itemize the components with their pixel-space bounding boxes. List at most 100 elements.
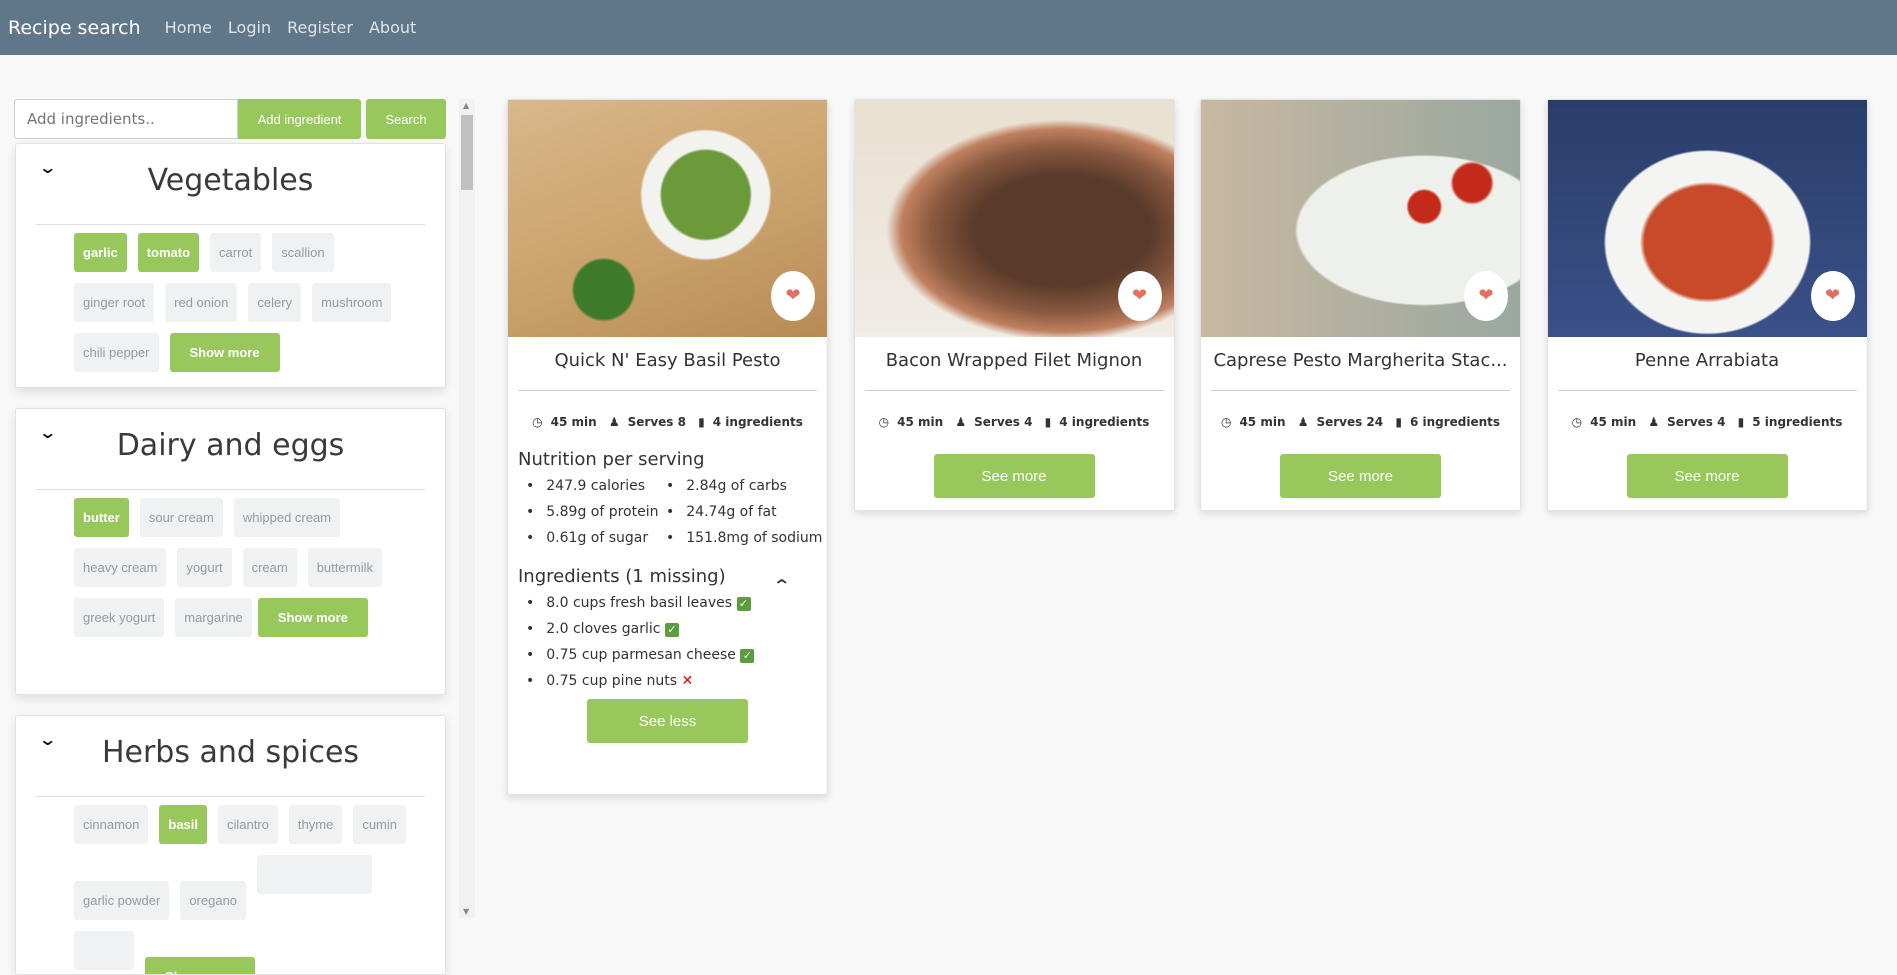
recipe-meta: ◷ 45 min ♟ Serves 4 ▮ 4 ingredients xyxy=(855,415,1174,429)
recipe-image[interactable]: ❤ xyxy=(854,100,1174,337)
chevron-up-icon[interactable]: ⌃ xyxy=(772,576,791,595)
see-more-button[interactable]: See more xyxy=(933,454,1095,498)
nav-login[interactable]: Login xyxy=(228,18,271,37)
ingredient-chip[interactable]: greek yogurt xyxy=(74,598,165,637)
favorite-heart-icon[interactable]: ❤ xyxy=(771,271,815,321)
book-icon: ▮ xyxy=(698,415,705,429)
ingredient-chip[interactable]: chili pepper xyxy=(74,333,159,372)
ingredient-chip[interactable]: sour cream xyxy=(139,498,223,537)
ingredient-chip[interactable]: cilantro xyxy=(218,805,278,844)
ingredient-chip[interactable]: garlic powder xyxy=(74,881,170,920)
nutrition-item: 151.8mg of sodium xyxy=(666,530,826,546)
scrollbar-thumb[interactable] xyxy=(461,115,473,190)
ingredient-chip[interactable]: red onion xyxy=(165,283,238,322)
see-more-button[interactable]: See more xyxy=(1626,454,1788,498)
navbar: Recipe search Home Login Register About xyxy=(0,0,1897,55)
nav-about[interactable]: About xyxy=(369,18,416,37)
chevron-down-icon[interactable]: ⌄ xyxy=(38,730,57,749)
recipe-meta: ◷ 45 min ♟ Serves 4 ▮ 5 ingredients xyxy=(1548,415,1867,429)
show-more-button[interactable]: Show more xyxy=(145,957,256,974)
divider xyxy=(36,489,425,490)
ingredient-chip[interactable]: buttermilk xyxy=(307,548,383,587)
ingredient-chip[interactable]: cinnamon xyxy=(74,805,149,844)
ingredient-chips: cinnamon basil cilantro thyme cumin garlic po… xyxy=(16,805,445,974)
ingredient-chip[interactable]: mushroom xyxy=(312,283,392,322)
recipe-image[interactable]: ❤ xyxy=(1547,100,1867,337)
ingredient-chip[interactable]: cumin xyxy=(353,805,407,844)
divider xyxy=(1211,390,1510,391)
ingredient-chip[interactable]: scallion xyxy=(272,233,334,272)
ingredient-chips: garlic tomato carrot scallion ginger root red… xyxy=(16,233,445,383)
ingredient-chip[interactable]: heavy cream xyxy=(74,548,167,587)
ingredient-chip[interactable]: cream xyxy=(242,548,297,587)
ingredient-text: 0.75 cup pine nuts xyxy=(546,673,678,689)
see-less-button[interactable]: See less xyxy=(587,699,748,743)
show-more-button[interactable]: Show more xyxy=(169,333,280,372)
ingredient-chip[interactable]: thyme xyxy=(288,805,343,844)
ingredient-chips: butter sour cream whipped cream heavy cream… xyxy=(16,498,445,648)
favorite-heart-icon[interactable]: ❤ xyxy=(1810,271,1855,321)
ingredient-chip[interactable]: yogurt xyxy=(177,548,232,587)
divider xyxy=(36,224,425,225)
recipe-ingredient-count: 4 ingredients xyxy=(712,415,803,429)
ingredient-chip[interactable]: tomato xyxy=(137,233,200,272)
clock-icon: ◷ xyxy=(1571,415,1583,429)
brand[interactable]: Recipe search xyxy=(8,17,141,39)
recipe-ingredient-count: 5 ingredients xyxy=(1752,415,1843,429)
ingredient-chip[interactable]: celery xyxy=(248,283,302,322)
chevron-down-icon[interactable]: ⌄ xyxy=(38,423,57,442)
category-title: Dairy and eggs xyxy=(116,428,345,463)
scroll-down-icon[interactable]: ▼ xyxy=(463,907,469,916)
nutrition-list: 247.9 calories2.84g of carbs5.89g of pro… xyxy=(526,478,827,546)
ingredient-text: 2.0 cloves garlic xyxy=(546,621,661,637)
recipe-image[interactable]: ❤ xyxy=(1201,100,1520,337)
recipe-title: Penne Arrabiata xyxy=(1634,350,1780,371)
users-icon: ♟ xyxy=(1648,415,1660,429)
ingredient-chip[interactable]: ginger root xyxy=(74,283,155,322)
recipe-ingredient-count: 6 ingredients xyxy=(1409,415,1501,429)
users-icon: ♟ xyxy=(608,415,620,429)
chevron-down-icon[interactable]: ⌄ xyxy=(38,158,57,177)
recipe-meta: ◷ 45 min ♟ Serves 8 ▮ 4 ingredients xyxy=(508,415,827,429)
favorite-heart-icon[interactable]: ❤ xyxy=(1117,271,1162,321)
ingredient-text: 0.75 cup parmesan cheese xyxy=(546,647,736,663)
recipe-card: ❤ Bacon Wrapped Filet Mignon ◷ 45 min ♟ Se… xyxy=(853,99,1175,511)
see-more-button[interactable]: See more xyxy=(1280,454,1441,498)
ingredient-chip[interactable] xyxy=(74,931,134,970)
nutrition-item: 247.9 calories xyxy=(526,478,666,494)
divider xyxy=(36,796,425,797)
nav-register[interactable]: Register xyxy=(287,18,353,37)
ingredient-chip[interactable]: whipped cream xyxy=(233,498,341,537)
ingredient-chip[interactable]: carrot xyxy=(210,233,262,272)
ingredient-chip[interactable] xyxy=(257,855,373,894)
ingredient-input[interactable] xyxy=(14,99,238,139)
ingredient-chip[interactable]: margarine xyxy=(175,598,252,637)
nutrition-item: 24.74g of fat xyxy=(666,504,826,520)
recipe-serves: Serves 24 xyxy=(1316,415,1384,429)
book-icon: ▮ xyxy=(1737,415,1745,429)
ingredient-text: 8.0 cups fresh basil leaves xyxy=(546,595,733,611)
ingredient-chip[interactable]: butter xyxy=(74,498,129,537)
category-card: ⌄ Dairy and eggs butter sour cream whipped… xyxy=(15,408,446,695)
nav-home[interactable]: Home xyxy=(165,18,212,37)
ingredient-chip[interactable]: oregano xyxy=(180,881,247,920)
sidebar-scrollbar[interactable]: ▲ ▼ xyxy=(459,99,475,918)
users-icon: ♟ xyxy=(955,415,967,429)
scroll-up-icon[interactable]: ▲ xyxy=(463,101,469,110)
divider xyxy=(864,390,1164,391)
favorite-heart-icon[interactable]: ❤ xyxy=(1464,271,1508,321)
recipe-card: ❤ Quick N' Easy Basil Pesto ◷ 45 min ♟ Ser… xyxy=(507,99,828,795)
add-ingredient-button[interactable]: Add ingredient xyxy=(238,99,361,139)
clock-icon: ◷ xyxy=(532,415,543,429)
ingredients-list: 8.0 cups fresh basil leaves ✓2.0 cloves … xyxy=(526,595,827,689)
category-card: ⌄ Vegetables garlic tomato carrot scalliong… xyxy=(15,143,446,388)
ingredient-chip[interactable]: basil xyxy=(159,805,207,844)
recipe-image[interactable]: ❤ xyxy=(508,100,827,337)
search-button[interactable]: Search xyxy=(366,99,446,139)
category-title: Vegetables xyxy=(147,163,314,198)
show-more-button[interactable]: Show more xyxy=(257,598,368,637)
clock-icon: ◷ xyxy=(1220,415,1232,429)
ingredient-chip[interactable]: garlic xyxy=(74,233,127,272)
nutrition-heading: Nutrition per serving xyxy=(518,449,705,470)
nutrition-item: 5.89g of protein xyxy=(526,504,666,520)
